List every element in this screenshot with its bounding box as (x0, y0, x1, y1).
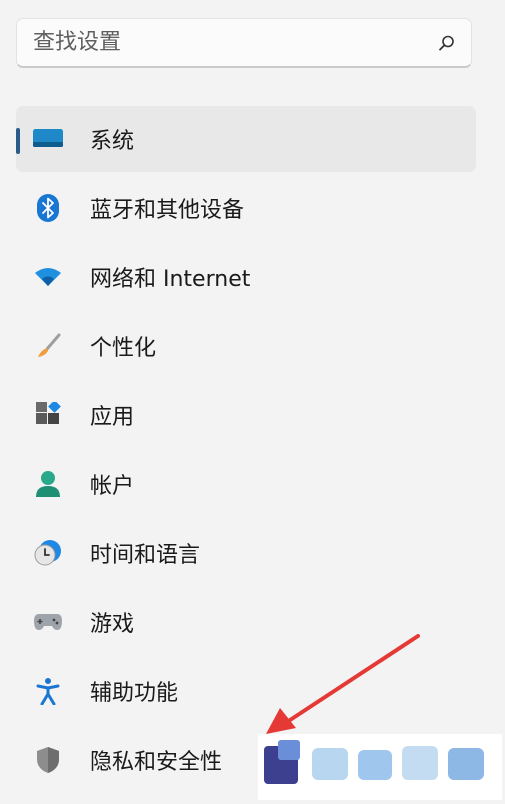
search-box[interactable] (16, 18, 472, 68)
system-monitor-icon (33, 124, 63, 154)
nav-item-personalization[interactable]: 个性化 (16, 313, 476, 379)
nav-item-bluetooth[interactable]: 蓝牙和其他设备 (16, 175, 476, 241)
paintbrush-icon (33, 331, 63, 361)
search-icon[interactable] (423, 19, 471, 66)
nav-item-label: 蓝牙和其他设备 (90, 198, 245, 223)
wifi-icon (33, 262, 63, 292)
selection-indicator (16, 128, 20, 154)
accessibility-icon (33, 676, 63, 706)
nav-item-network[interactable]: 网络和 Internet (16, 244, 476, 310)
nav-item-label: 应用 (90, 405, 135, 430)
nav-item-accounts[interactable]: 帐户 (16, 451, 476, 517)
time-language-icon (33, 538, 63, 568)
nav-item-label: 系统 (90, 129, 135, 154)
nav-item-label: 网络和 Internet (90, 267, 251, 292)
nav-item-gaming[interactable]: 游戏 (16, 589, 476, 655)
nav-item-label: 个性化 (90, 336, 157, 361)
nav-item-time-language[interactable]: 时间和语言 (16, 520, 476, 586)
shield-icon (33, 745, 63, 775)
nav-item-system[interactable]: 系统 (16, 106, 476, 172)
gamepad-icon (33, 607, 63, 637)
blurred-watermark (258, 734, 502, 800)
search-input[interactable] (17, 18, 423, 67)
apps-icon (33, 400, 63, 430)
nav-item-apps[interactable]: 应用 (16, 382, 476, 448)
nav-item-label: 隐私和安全性 (90, 750, 223, 775)
account-icon (33, 469, 63, 499)
nav-item-label: 时间和语言 (90, 543, 201, 568)
nav-item-label: 辅助功能 (90, 681, 179, 706)
settings-nav: 系统 蓝牙和其他设备 网络和 Internet 个性化 应用 帐户 时间和语言 … (16, 106, 476, 796)
nav-item-accessibility[interactable]: 辅助功能 (16, 658, 476, 724)
nav-item-label: 游戏 (90, 612, 135, 637)
nav-item-label: 帐户 (90, 474, 135, 499)
bluetooth-icon (33, 193, 63, 223)
